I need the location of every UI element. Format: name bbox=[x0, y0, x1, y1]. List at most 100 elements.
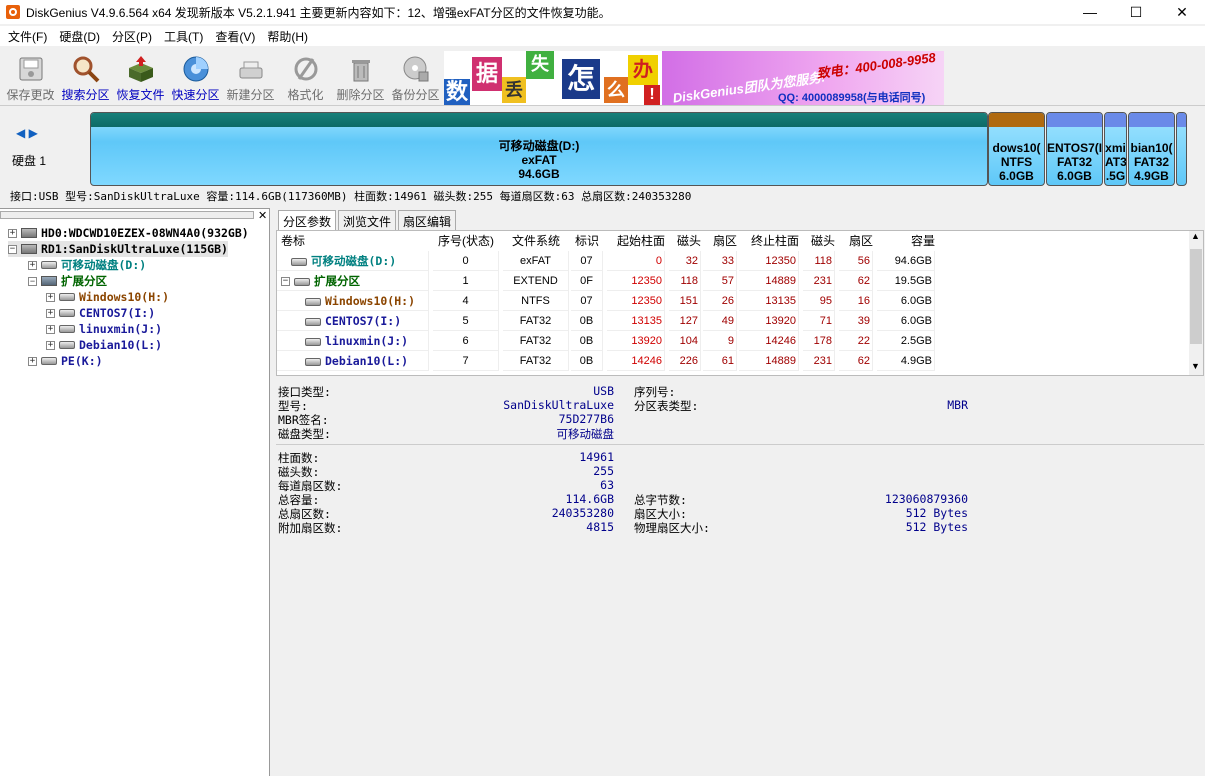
collapse-icon[interactable]: − bbox=[281, 277, 290, 286]
partition-block-pe[interactable] bbox=[1176, 112, 1187, 186]
delete-partition-button[interactable]: 删除分区 bbox=[333, 52, 388, 104]
table-cell: 39 bbox=[839, 311, 873, 331]
tree-node-linuxmin[interactable]: + linuxmin(J:) bbox=[46, 321, 162, 337]
expand-icon[interactable]: + bbox=[46, 324, 55, 334]
close-button[interactable]: ✕ bbox=[1159, 0, 1205, 24]
tree-node-rd1[interactable]: − RD1:SanDiskUltraLuxe(115GB) bbox=[8, 241, 228, 257]
table-cell: 231 bbox=[803, 351, 835, 371]
table-row[interactable]: Windows10(H:) 4 NTFS 07 12350 151 26 13135 95 16 6… bbox=[277, 291, 1189, 311]
scroll-thumb[interactable] bbox=[1190, 249, 1202, 344]
table-vertical-scrollbar[interactable]: ▲ ▼ bbox=[1189, 231, 1203, 375]
expand-icon[interactable]: + bbox=[46, 308, 55, 318]
new-partition-button[interactable]: 新建分区 bbox=[223, 52, 278, 104]
table-cell: 0B bbox=[571, 311, 603, 331]
table-row[interactable]: − 扩展分区 1 EXTEND 0F 12350 118 57 14889 231 62 19.5GB bbox=[277, 271, 1189, 291]
partition-label: 可移动磁盘(D:) bbox=[311, 254, 397, 268]
table-cell: 13135 bbox=[739, 291, 799, 311]
table-cell: 32 bbox=[669, 251, 701, 271]
partition-block-centos7[interactable]: ENTOS7(I FAT32 6.0GB bbox=[1046, 112, 1103, 186]
menu-partition[interactable]: 分区(P) bbox=[106, 28, 158, 45]
collapse-icon[interactable]: − bbox=[8, 244, 17, 254]
format-button[interactable]: 格式化 bbox=[278, 52, 333, 104]
tree-node-centos7[interactable]: + CENTOS7(I:) bbox=[46, 305, 155, 321]
menu-view[interactable]: 查看(V) bbox=[209, 28, 261, 45]
table-row[interactable]: CENTOS7(I:) 5 FAT32 0B 13135 127 49 13920 71 39 6.… bbox=[277, 311, 1189, 331]
table-cell: 14889 bbox=[739, 351, 799, 371]
tab-partition-params[interactable]: 分区参数 bbox=[278, 210, 337, 230]
scroll-down-icon[interactable]: ▼ bbox=[1191, 361, 1200, 371]
expand-icon[interactable]: + bbox=[46, 292, 55, 302]
tab-browse-files[interactable]: 浏览文件 bbox=[338, 210, 397, 230]
table-cell: FAT32 bbox=[503, 351, 569, 371]
table-row[interactable]: linuxmin(J:) 6 FAT32 0B 13920 104 9 14246 178 22 2… bbox=[277, 331, 1189, 351]
menu-file[interactable]: 文件(F) bbox=[2, 28, 53, 45]
save-disk-icon bbox=[19, 57, 42, 81]
table-cell: 62 bbox=[839, 271, 873, 291]
title-bar: DiskGenius V4.9.6.564 x64 发现新版本 V5.2.1.9… bbox=[0, 0, 1205, 24]
close-panel-icon[interactable]: ✕ bbox=[258, 209, 267, 222]
expand-icon[interactable]: + bbox=[8, 228, 17, 238]
table-cell: 12350 bbox=[607, 271, 665, 291]
recover-files-button[interactable]: 恢复文件 bbox=[113, 52, 168, 104]
recover-box-icon bbox=[128, 56, 153, 82]
tree-node-hd0[interactable]: + HD0:WDCWD10EZEX-08WN4A0(932GB) bbox=[8, 225, 249, 241]
quick-partition-button[interactable]: 快速分区 bbox=[168, 52, 223, 104]
partition-block-debian10[interactable]: bian10( FAT32 4.9GB bbox=[1128, 112, 1175, 186]
banner-char: 数 bbox=[444, 79, 470, 105]
menu-help[interactable]: 帮助(H) bbox=[261, 28, 314, 45]
banner-char: 失 bbox=[526, 51, 554, 79]
menu-bar: 文件(F) 硬盘(D) 分区(P) 工具(T) 查看(V) 帮助(H) bbox=[0, 26, 1205, 46]
maximize-button[interactable]: ☐ bbox=[1113, 0, 1159, 24]
menu-disk[interactable]: 硬盘(D) bbox=[53, 28, 106, 45]
table-cell: 07 bbox=[571, 291, 603, 311]
menu-tools[interactable]: 工具(T) bbox=[158, 28, 209, 45]
hard-disk-icon bbox=[21, 228, 37, 238]
table-cell: 94.6GB bbox=[877, 251, 935, 271]
detail-value: 4815 bbox=[586, 520, 614, 534]
banner-char: ! bbox=[644, 85, 660, 105]
table-cell: 6.0GB bbox=[877, 311, 935, 331]
banner-phone: 致电：400-008-9958 bbox=[815, 51, 937, 82]
save-changes-button[interactable]: 保存更改 bbox=[3, 52, 58, 104]
ad-banner[interactable]: 数 据 丢 失 怎 么 办 ! DiskGenius团队为您服务! 致电：400… bbox=[444, 51, 944, 105]
window-title: DiskGenius V4.9.6.564 x64 发现新版本 V5.2.1.9… bbox=[26, 5, 611, 20]
table-cell: 22 bbox=[839, 331, 873, 351]
backup-partition-button[interactable]: 备份分区 bbox=[388, 52, 443, 104]
tree-node-windows10[interactable]: + Windows10(H:) bbox=[46, 289, 169, 305]
tree-node-extended[interactable]: − 扩展分区 bbox=[28, 273, 107, 289]
table-cell: 49 bbox=[703, 311, 737, 331]
search-partition-button[interactable]: 搜索分区 bbox=[58, 52, 113, 104]
detail-value: 123060879360 bbox=[884, 492, 968, 506]
banner-char: 怎 bbox=[562, 59, 600, 99]
partition-block-main[interactable]: 可移动磁盘(D:) exFAT 94.6GB bbox=[90, 112, 988, 186]
table-cell: 151 bbox=[669, 291, 701, 311]
partition-detail-panel: 分区参数 浏览文件 扇区编辑 卷标 序号(状态) 文件系统 标识 起始柱面 磁头… bbox=[274, 208, 1205, 776]
expand-icon[interactable]: + bbox=[46, 340, 55, 350]
table-cell: 4.9GB bbox=[877, 351, 935, 371]
tree-node-removable-d[interactable]: + 可移动磁盘(D:) bbox=[28, 257, 146, 273]
table-cell: 118 bbox=[669, 271, 701, 291]
tree-node-debian10[interactable]: + Debian10(L:) bbox=[46, 337, 162, 353]
tab-sector-editor[interactable]: 扇区编辑 bbox=[398, 210, 457, 230]
tree-node-pe[interactable]: + PE(K:) bbox=[28, 353, 103, 369]
detail-label: 磁盘类型: bbox=[278, 427, 331, 441]
minimize-button[interactable]: — bbox=[1067, 0, 1113, 24]
table-row[interactable]: 可移动磁盘(D:) 0 exFAT 07 0 32 33 12350 118 56 94.6GB bbox=[277, 251, 1189, 271]
table-cell: 12350 bbox=[607, 291, 665, 311]
arrow-right-icon[interactable]: ▶ bbox=[29, 126, 38, 140]
table-cell: 118 bbox=[803, 251, 835, 271]
expand-icon[interactable]: + bbox=[28, 260, 37, 270]
partition-block-windows10[interactable]: dows10( NTFS 6.0GB bbox=[988, 112, 1045, 186]
arrow-left-icon[interactable]: ◀ bbox=[16, 126, 25, 140]
detail-value: 255 bbox=[593, 464, 614, 478]
table-cell: 07 bbox=[571, 251, 603, 271]
scroll-up-icon[interactable]: ▲ bbox=[1191, 231, 1200, 241]
disk-details: 接口类型: USB 型号: SanDiskUltraLuxe MBR签名: 75D277B… bbox=[276, 380, 1204, 776]
expand-icon[interactable]: + bbox=[28, 356, 37, 366]
disk-map: ◀ ▶ 硬盘 1 可移动磁盘(D:) exFAT 94.6GB dows10( … bbox=[0, 108, 1205, 186]
partition-block-linuxmin[interactable]: xmi AT3 .5G bbox=[1104, 112, 1127, 186]
table-row[interactable]: Debian10(L:) 7 FAT32 0B 14246 226 61 14889 231 62… bbox=[277, 351, 1189, 371]
collapse-icon[interactable]: − bbox=[28, 276, 37, 286]
partition-label: 扩展分区 bbox=[314, 274, 360, 288]
disk-nav-arrows[interactable]: ◀ ▶ bbox=[16, 126, 38, 140]
